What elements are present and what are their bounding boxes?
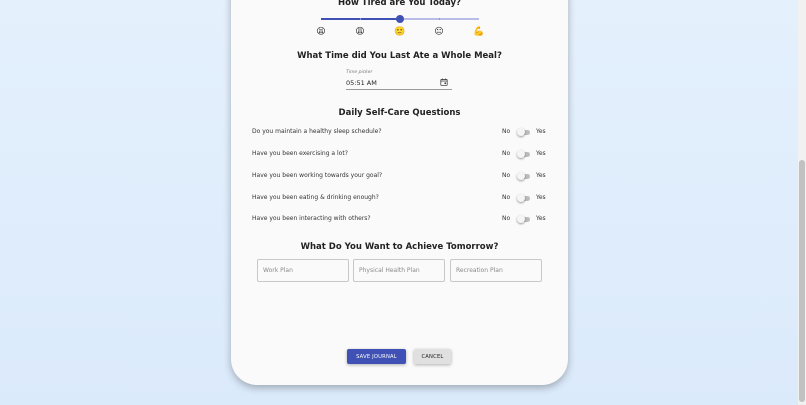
yes-label: Yes: [536, 194, 546, 201]
question-text: Have you been exercising a lot?: [252, 150, 348, 157]
question-text: Have you been working towards your goal?: [252, 172, 383, 179]
time-picker-label: Time picker: [346, 70, 373, 75]
time-picker[interactable]: Time picker 05:51 AM: [346, 70, 452, 90]
weary-emoji-icon[interactable]: 😩: [353, 27, 367, 37]
yes-label: Yes: [536, 150, 546, 157]
no-label: No: [502, 172, 511, 179]
work-plan-input[interactable]: [257, 259, 349, 282]
exhausted-emoji-icon[interactable]: 😫: [314, 27, 328, 37]
no-label: No: [502, 150, 511, 157]
calendar-icon[interactable]: [440, 78, 448, 86]
save-journal-button[interactable]: SAVE JOURNAL: [347, 349, 406, 364]
eating-drinking-toggle[interactable]: [517, 194, 531, 202]
slider-tick: [360, 18, 361, 20]
yes-label: Yes: [536, 215, 546, 222]
sleep-schedule-toggle[interactable]: [517, 128, 531, 136]
question-text: Do you maintain a healthy sleep schedule…: [252, 128, 382, 135]
neutral-emoji-icon[interactable]: 😐: [432, 27, 446, 37]
yes-label: Yes: [536, 172, 546, 179]
question-row: Do you maintain a healthy sleep schedule…: [252, 126, 548, 138]
no-label: No: [502, 215, 511, 222]
question-text: Have you been eating & drinking enough?: [252, 194, 379, 201]
self-care-heading: Daily Self-Care Questions: [338, 108, 461, 118]
physical-health-plan-input[interactable]: [353, 259, 445, 282]
recreation-plan-input[interactable]: [450, 259, 542, 282]
tomorrow-heading: What Do You Want to Achieve Tomorrow?: [300, 242, 499, 252]
yes-label: Yes: [536, 128, 546, 135]
cancel-button[interactable]: CANCEL: [414, 349, 451, 364]
question-row: Have you been working towards your goal?…: [252, 170, 548, 182]
scrollbar-thumb[interactable]: [799, 160, 805, 402]
question-row: Have you been interacting with others? N…: [252, 213, 548, 225]
page-scrollbar[interactable]: [798, 0, 806, 405]
flexed-arm-emoji-icon[interactable]: 💪: [472, 27, 486, 37]
question-text: Have you been interacting with others?: [252, 215, 371, 222]
question-row: Have you been exercising a lot? No Yes: [252, 148, 548, 160]
exercising-toggle[interactable]: [517, 150, 531, 158]
meal-time-heading: What Time did You Last Ate a Whole Meal?: [297, 51, 502, 61]
journal-card: How Tired are You Today? 😫 😩 🙂 😐 💪 What …: [231, 0, 568, 385]
no-label: No: [502, 194, 511, 201]
time-picker-value[interactable]: 05:51 AM: [346, 79, 377, 87]
social-interaction-toggle[interactable]: [517, 215, 531, 223]
smiling-emoji-icon[interactable]: 🙂: [393, 27, 407, 37]
slider-tick: [439, 18, 440, 20]
no-label: No: [502, 128, 511, 135]
tiredness-heading: How Tired are You Today?: [338, 0, 461, 8]
question-row: Have you been eating & drinking enough? …: [252, 192, 548, 204]
goal-progress-toggle[interactable]: [517, 172, 531, 180]
slider-thumb[interactable]: [396, 15, 404, 23]
tiredness-slider[interactable]: [321, 15, 479, 23]
